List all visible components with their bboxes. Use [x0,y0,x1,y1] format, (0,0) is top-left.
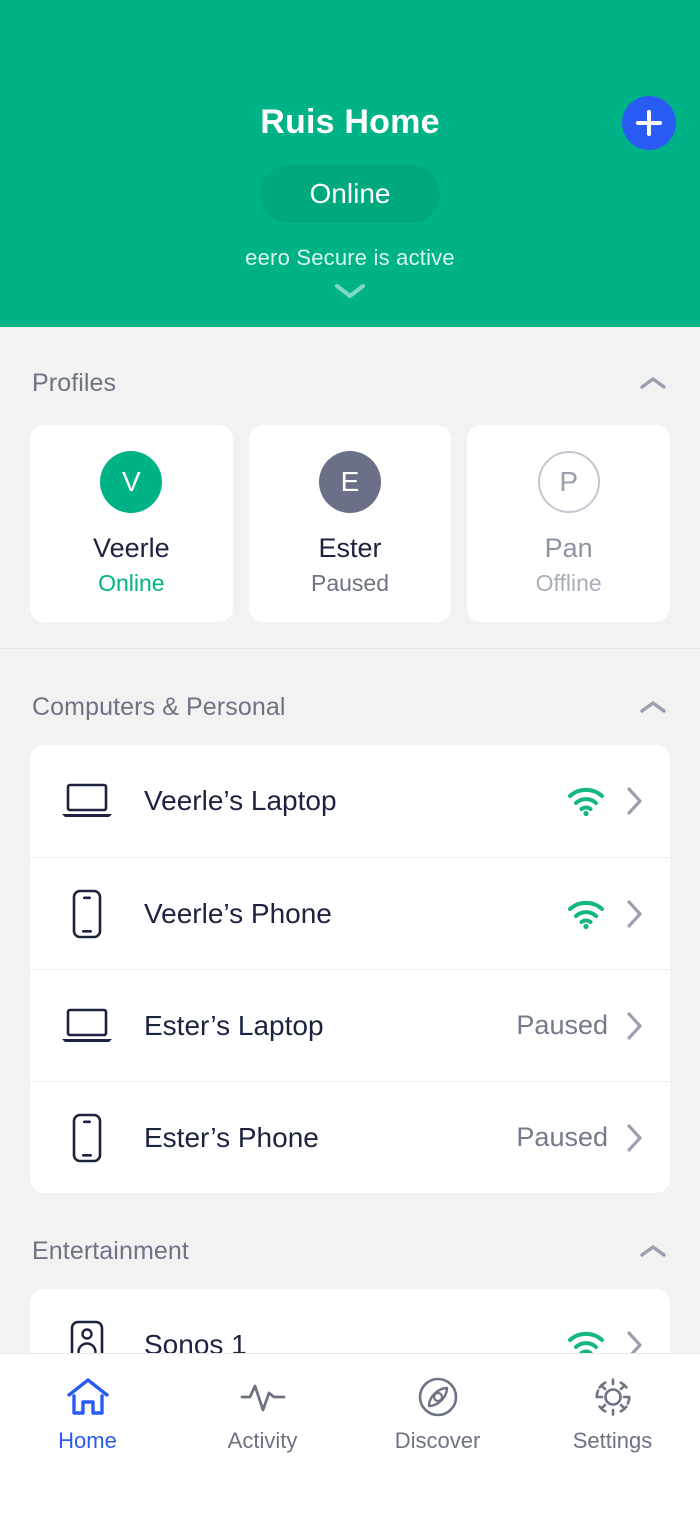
device-name: Veerle’s Laptop [144,785,337,816]
bottom-navigation: Home Activity Discover Settings [0,1353,700,1516]
chevron-down-icon[interactable] [333,281,367,301]
laptop-icon [56,1006,118,1046]
compass-icon [416,1374,460,1420]
laptop-icon [56,781,118,821]
table-row[interactable]: Veerle’s Laptop [30,745,670,857]
table-row[interactable]: Veerle’s Phone [30,857,670,969]
profile-status: Online [98,569,165,596]
eero-home-screen: Ruis Home Online eero Secure is active P… [0,0,700,1516]
page-title: Ruis Home [260,103,440,141]
profile-card-veerle[interactable]: V Veerle Online [30,425,233,622]
wifi-icon [566,785,606,817]
device-name: Veerle’s Phone [144,897,332,929]
avatar: E [319,450,381,513]
chevron-up-icon[interactable] [638,1242,668,1260]
profile-name: Ester [318,532,382,563]
nav-label: Settings [572,1428,653,1453]
profiles-section: Profiles V Veerle Online E Ester Paused … [0,327,700,648]
computers-section: Computers & Personal Veerle’s Laptop Vee… [0,649,700,1193]
chevron-right-icon[interactable] [626,786,644,816]
profile-card-ester[interactable]: E Ester Paused [248,425,452,622]
phone-icon [56,1112,118,1164]
table-row[interactable]: Ester’s Phone Paused [30,1081,670,1193]
nav-label: Activity [227,1428,298,1453]
profile-name: Veerle [93,532,170,563]
pulse-icon [239,1374,287,1420]
profile-card-pan[interactable]: P Pan Offline [467,425,671,622]
computers-section-title: Computers & Personal [32,692,286,721]
add-button[interactable] [622,96,676,150]
entertainment-section-title: Entertainment [32,1236,189,1265]
computers-device-list: Veerle’s Laptop Veerle’s Phone Ester’s L… [30,745,670,1193]
gear-icon [591,1374,635,1420]
nav-item-activity[interactable]: Activity [175,1374,350,1454]
profile-status: Offline [535,569,602,596]
home-icon [65,1374,111,1420]
chevron-up-icon[interactable] [638,374,668,392]
profiles-section-title: Profiles [32,368,117,397]
device-name: Ester’s Laptop [144,1009,324,1041]
device-status: Paused [516,1122,608,1152]
chevron-right-icon[interactable] [626,1011,644,1041]
chevron-right-icon[interactable] [626,1123,644,1153]
nav-label: Home [58,1428,117,1453]
device-name: Ester’s Phone [144,1121,319,1153]
plus-icon-vertical [647,110,651,136]
home-header: Ruis Home Online eero Secure is active [0,0,700,327]
profile-status: Paused [311,569,390,596]
nav-item-home[interactable]: Home [0,1374,175,1454]
network-status-pill[interactable]: Online [260,165,440,223]
eero-secure-status: eero Secure is active [245,245,455,270]
avatar: V [100,450,163,513]
profiles-list: V Veerle Online E Ester Paused P Pan Off… [0,409,700,622]
avatar: P [537,450,600,513]
wifi-icon [566,898,606,930]
device-status: Paused [516,1010,608,1040]
table-row[interactable]: Ester’s Laptop Paused [30,969,670,1081]
nav-item-settings[interactable]: Settings [525,1374,700,1454]
profile-name: Pan [544,532,593,563]
entertainment-section-header[interactable]: Entertainment [0,1225,700,1277]
computers-section-header[interactable]: Computers & Personal [0,681,700,733]
profiles-section-header[interactable]: Profiles [0,357,700,409]
chevron-up-icon[interactable] [638,698,668,716]
phone-icon [56,888,118,940]
nav-label: Discover [394,1428,481,1453]
nav-item-discover[interactable]: Discover [350,1374,525,1454]
chevron-right-icon[interactable] [626,899,644,929]
